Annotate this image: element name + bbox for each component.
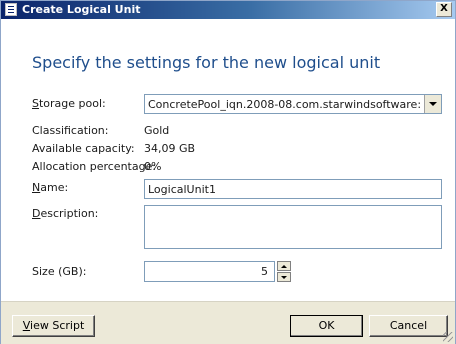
ok-button[interactable]: OK [290, 315, 363, 337]
close-button[interactable]: X [436, 2, 452, 17]
available-capacity-value: 34,09 GB [144, 142, 196, 155]
spin-down-button[interactable] [277, 272, 291, 282]
size-value: 5 [261, 265, 268, 278]
storage-pool-label: Storage pool: [32, 97, 106, 110]
description-label: Description: [32, 207, 99, 220]
page-heading: Specify the settings for the new logical… [32, 53, 381, 72]
resize-grip-icon[interactable] [443, 332, 453, 342]
classification-label: Classification: [32, 124, 109, 137]
window-title: Create Logical Unit [22, 3, 141, 16]
spin-down-icon [281, 275, 287, 279]
size-stepper [277, 261, 291, 282]
storage-pool-value: ConcretePool_iqn.2008-08.com.starwindsof… [148, 98, 421, 111]
classification-value: Gold [144, 124, 170, 137]
dialog-icon [5, 3, 17, 16]
name-value: LogicalUnit1 [148, 183, 216, 196]
spin-up-icon [281, 264, 287, 268]
name-label: Name: [32, 181, 69, 194]
chevron-down-icon [429, 102, 437, 106]
create-logical-unit-dialog: Create Logical Unit X Specify the settin… [0, 0, 456, 344]
description-input[interactable] [144, 205, 442, 249]
allocation-percentage-label: Allocation percentage: [32, 160, 157, 173]
name-input[interactable]: LogicalUnit1 [144, 179, 442, 199]
spin-up-button[interactable] [277, 261, 291, 271]
storage-pool-select[interactable]: ConcretePool_iqn.2008-08.com.starwindsof… [144, 94, 442, 114]
size-input[interactable]: 5 [144, 261, 275, 282]
cancel-button[interactable]: Cancel [369, 315, 448, 337]
view-script-button[interactable]: View Script [12, 315, 95, 337]
available-capacity-label: Available capacity: [32, 142, 135, 155]
title-bar: Create Logical Unit X [1, 1, 455, 19]
allocation-percentage-value: 0% [144, 160, 162, 173]
dropdown-button[interactable] [424, 95, 441, 113]
size-label: Size (GB): [32, 265, 87, 278]
dialog-footer: View Script OK Cancel [1, 301, 455, 344]
